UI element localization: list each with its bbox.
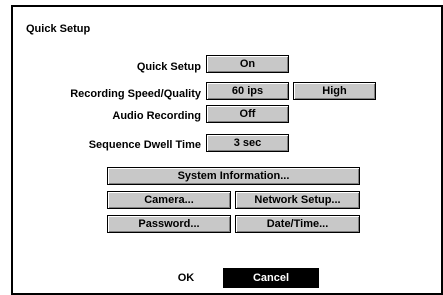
audio-recording-label: Audio Recording — [112, 110, 201, 122]
sequence-dwell-time-label: Sequence Dwell Time — [88, 139, 201, 151]
recording-speed-quality-label: Recording Speed/Quality — [70, 88, 201, 100]
sequence-dwell-time-field[interactable]: 3 sec — [206, 134, 289, 152]
camera-button[interactable]: Camera... — [107, 191, 231, 209]
quick-setup-label: Quick Setup — [136, 61, 201, 73]
recording-speed-field[interactable]: 60 ips — [206, 82, 289, 100]
dialog-title: Quick Setup — [26, 23, 91, 35]
audio-recording-field[interactable]: Off — [206, 105, 289, 123]
ok-button[interactable]: OK — [166, 270, 206, 286]
quick-setup-dialog: Quick Setup Quick Setup On Recording Spe… — [11, 5, 443, 295]
network-setup-button[interactable]: Network Setup... — [235, 191, 360, 209]
quick-setup-field[interactable]: On — [206, 55, 289, 73]
password-button[interactable]: Password... — [107, 215, 231, 233]
system-information-button[interactable]: System Information... — [107, 167, 360, 185]
recording-quality-field[interactable]: High — [293, 82, 376, 100]
cancel-button[interactable]: Cancel — [223, 268, 319, 288]
date-time-button[interactable]: Date/Time... — [235, 215, 360, 233]
